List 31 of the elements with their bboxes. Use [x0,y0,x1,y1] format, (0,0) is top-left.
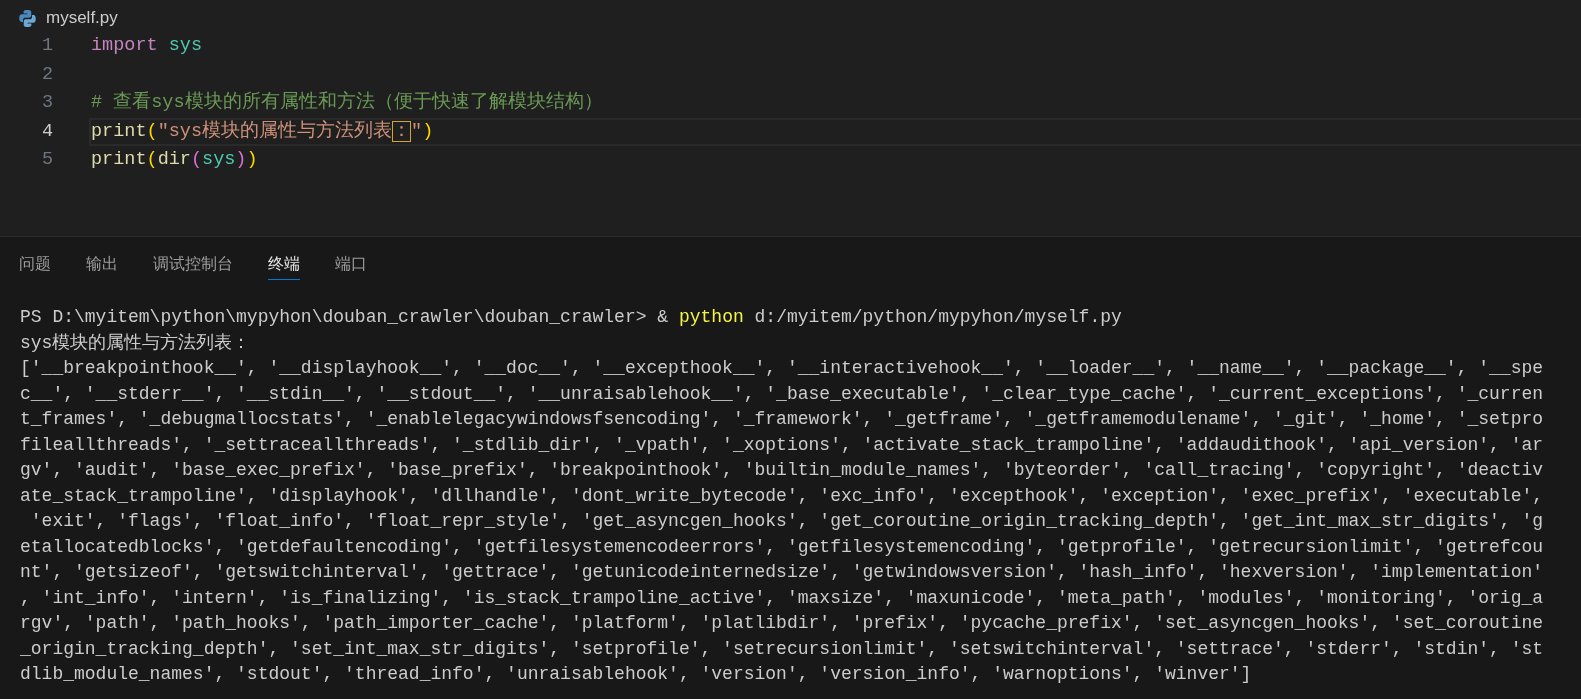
panel-tab[interactable]: 调试控制台 [153,250,233,280]
line-number: 3 [40,91,53,115]
code-line: print(dir(sys)) [91,148,258,173]
terminal-output-line: gv', 'audit', 'base_exec_prefix', 'base_prefix', 'breakpointhook', 'builtin_module_names', 'byteorder', 'call_tracing', 'copyright', 'deactiv [20,459,1544,482]
panel-tab[interactable]: 终端 [268,250,300,280]
terminal-command-line: PS D:\myitem\python\mypyhon\douban_crawler\douban_crawler> & python d:/myitem/python/mypyhon/myself.py [20,306,1122,329]
terminal-output-line: 'exit', 'flags', 'float_info', 'float_repr_style', 'get_asyncgen_hooks', 'get_coroutine_origin_tracking_depth', 'get_int_max_str_digits', 'g [29,510,1544,533]
terminal-output-line: rgv', 'path', 'path_hooks', 'path_importer_cache', 'platform', 'platlibdir', 'prefix', 'pycache_prefix', 'set_asyncgen_hooks', 'set_coroutine [20,612,1544,635]
terminal-output-line: ['__breakpointhook__', '__displayhook__', '__doc__', '__excepthook__', '__interactivehook__', '__loader__', '__name__', '__package__', '__spe [20,357,1544,380]
terminal-output-line: t_frames', '_debugmallocstats', '_enablelegacywindowsfsencoding', '_framework', '_getframe', '_getframemodulename', '_git', '_home', '_setpro [20,408,1544,431]
terminal-output-line: _origin_tracking_depth', 'set_int_max_str_digits', 'setprofile', 'setrecursionlimit', 'setswitchinterval', 'settrace', 'stderr', 'stdin', 'st [20,637,1544,661]
terminal-output-line: nt', 'getsizeof', 'getswitchinterval', 'gettrace', 'getunicodeinternedsize', 'getwindowsversion', 'hash_info', 'hexversion', 'implementation' [20,561,1544,584]
code-line: print("sys模块的属性与方法列表：") [91,119,434,144]
line-number: 5 [40,148,53,172]
terminal-output-line: c__', '__stderr__', '__stdin__', '__stdout__', '__unraisablehook__', '_base_executable', '_clear_type_cache', '_current_exceptions', '_curren [20,382,1544,406]
terminal-output-line: ate_stack_trampoline', 'displayhook', 'dllhandle', 'dont_write_bytecode', 'exc_info', 'excepthook', 'exception', 'exec_prefix', 'executable', [20,484,1544,508]
terminal-output-line: etallocatedblocks', 'getdefaultencoding', 'getfilesystemencodeerrors', 'getfilesystemencoding', 'getprofile', 'getrecursionlimit', 'getrefcou [20,535,1544,559]
line-number: 1 [40,34,53,58]
line-number: 4 [40,119,53,144]
panel-tab[interactable]: 问题 [19,250,51,280]
file-tab[interactable]: myself.py [19,4,118,32]
terminal-output-line: fileallthreads', '_settraceallthreads', '_stdlib_dir', '_vpath', '_xoptions', 'activate_stack_trampoline', 'addaudithook', 'api_version', 'ar [20,433,1544,457]
line-number: 2 [40,62,53,87]
terminal-output-line: , 'int_info', 'intern', 'is_finalizing', 'is_stack_trampoline_active', 'maxsize', 'maxunicode', 'meta_path', 'modules', 'monitoring', 'orig_a [20,586,1544,610]
panel-tab[interactable]: 输出 [86,250,118,280]
code-line: # 查看sys模块的所有属性和方法（便于快速了解模块结构） [91,91,603,116]
code-line: import sys [91,34,203,59]
terminal-output-line: dlib_module_names', 'stdout', 'thread_info', 'unraisablehook', 'version', 'version_info', 'warnoptions', 'winver'] [20,663,1252,686]
panel-tab[interactable]: 端口 [335,250,367,280]
file-type-icon [19,9,36,27]
terminal-output-line: sys模块的属性与方法列表： [20,331,251,355]
